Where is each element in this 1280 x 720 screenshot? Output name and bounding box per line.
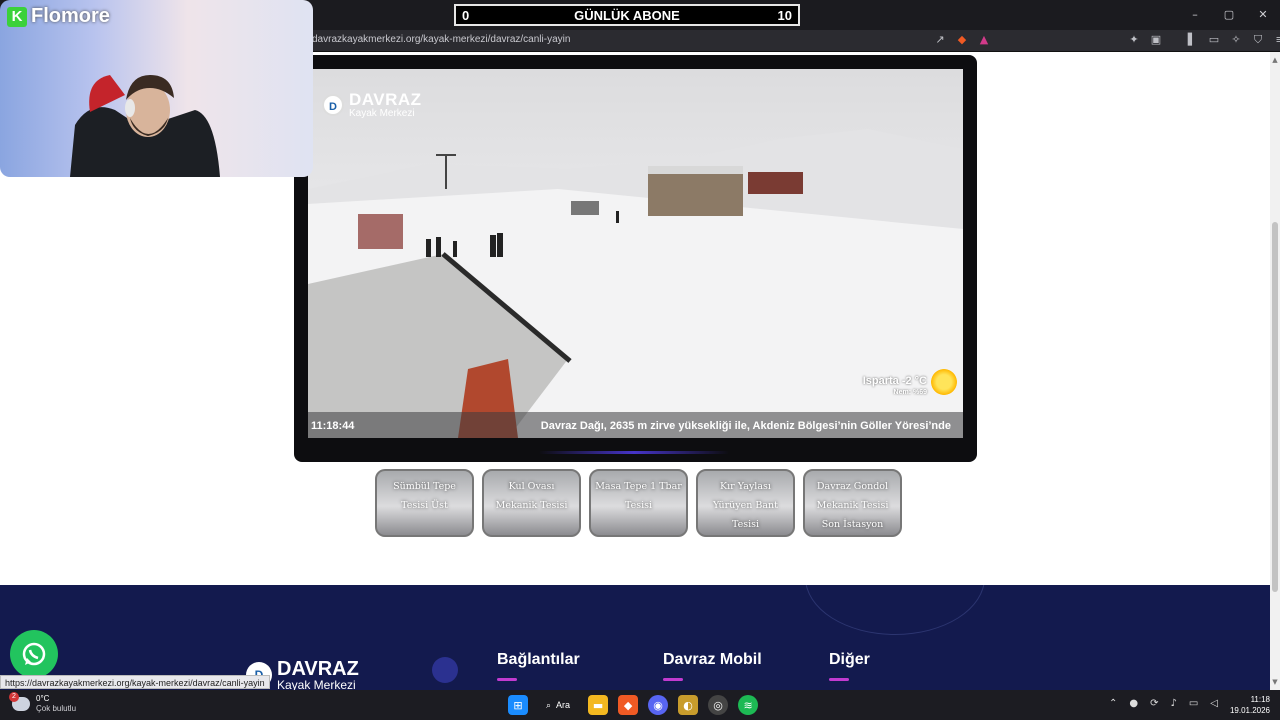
footer-heading-underline bbox=[829, 678, 849, 681]
sun-icon bbox=[931, 369, 957, 395]
stream-logo-title: DAVRAZ bbox=[349, 90, 422, 109]
whatsapp-icon bbox=[22, 642, 46, 666]
brave-shields-icon[interactable]: ◆ bbox=[955, 33, 969, 47]
url-text[interactable]: davrazkayakmerkezi.org/kayak-merkezi/dav… bbox=[312, 34, 570, 45]
system-tray: ⌃ ● ⟳ ♪ ▭ ◁ bbox=[1109, 698, 1218, 709]
extensions-icon[interactable]: ✦ bbox=[1127, 33, 1141, 47]
whatsapp-button[interactable] bbox=[10, 630, 58, 678]
camera-thumb-masa-tepe[interactable]: Masa Tepe 1 Tbar Tesisi bbox=[589, 469, 688, 537]
spotify-icon[interactable]: ≋ bbox=[738, 695, 759, 715]
weather-humidity: Nem: %69 bbox=[893, 389, 927, 396]
webcam-overlay: K Flomore bbox=[0, 0, 313, 177]
taskbar-search[interactable]: ⌕ Ara bbox=[538, 695, 578, 715]
footer-dot bbox=[432, 657, 458, 683]
camera-thumb-kir-yaylasi[interactable]: Kır Yaylası Yürüyen Bant Tesisi bbox=[696, 469, 795, 537]
taskbar-time: 11:18 bbox=[1250, 695, 1270, 704]
streamer-figure bbox=[70, 75, 220, 177]
tray-app-icon[interactable]: ● bbox=[1129, 698, 1138, 709]
subscriber-goal: 10 bbox=[777, 7, 792, 23]
close-button[interactable]: ✕ bbox=[1246, 0, 1280, 28]
cloud-icon: 2 bbox=[9, 692, 30, 711]
subscriber-label: GÜNLÜK ABONE bbox=[574, 7, 680, 23]
obs-icon[interactable]: ◎ bbox=[708, 695, 729, 715]
footer-logo-title: DAVRAZ bbox=[277, 658, 359, 680]
weather-overlay: Isparta -2 °C Nem: %69 bbox=[863, 375, 927, 396]
scroll-down-arrow-icon[interactable]: ▼ bbox=[1271, 678, 1279, 686]
scroll-thumb[interactable] bbox=[1272, 222, 1278, 592]
windows-start-icon[interactable]: ⊞ bbox=[508, 695, 528, 715]
davraz-logo-icon: D bbox=[322, 94, 344, 116]
windows-taskbar: 2 0°C Çok bulutlu ⊞ ⌕ Ara ▬ ◆ ◉ ◐ ◎ ≋ ⌃ … bbox=[0, 690, 1280, 720]
taskbar-clock[interactable]: 11:18 19.01.2026 bbox=[1230, 694, 1270, 716]
weather-temp: Isparta -2 °C bbox=[862, 375, 927, 387]
footer-decoration bbox=[805, 585, 985, 635]
camera-label: Davraz Gondol Mekanik Tesisi Son İstasyo… bbox=[816, 481, 889, 530]
camera-label: Kır Yaylası Yürüyen Bant Tesisi bbox=[713, 481, 778, 530]
camera-label: Sümbül Tepe Tesisi Üst bbox=[393, 481, 456, 511]
page-scrollbar[interactable]: ▲ ▼ bbox=[1270, 52, 1280, 690]
minimize-button[interactable]: – bbox=[1178, 0, 1212, 28]
subscriber-current: 0 bbox=[462, 7, 470, 23]
brave-rewards-icon[interactable]: ▲ bbox=[977, 33, 991, 47]
weather-badge: 2 bbox=[9, 692, 19, 702]
camera-thumb-gondol[interactable]: Davraz Gondol Mekanik Tesisi Son İstasyo… bbox=[803, 469, 902, 537]
footer-heading-mobile: Davraz Mobil bbox=[663, 651, 762, 668]
screen: 0 GÜNLÜK ABONE 10 – ▢ ✕ davrazkayakmerke… bbox=[0, 0, 1280, 720]
stream-progress-bar bbox=[539, 451, 729, 454]
taskbar-date: 19.01.2026 bbox=[1229, 706, 1270, 715]
footer-heading-underline bbox=[497, 678, 517, 681]
address-icons: ↗ ◆ ▲ bbox=[933, 33, 991, 47]
footer-heading-other: Diğer bbox=[829, 651, 870, 668]
streamer-brand: K Flomore bbox=[7, 5, 110, 28]
lodge-red bbox=[748, 172, 803, 194]
discord-icon[interactable]: ◉ bbox=[648, 695, 669, 715]
window-controls: – ▢ ✕ bbox=[1178, 0, 1280, 30]
search-icon: ⌕ bbox=[546, 699, 552, 710]
file-explorer-icon[interactable]: ▬ bbox=[588, 695, 609, 715]
sync-icon[interactable]: ⟳ bbox=[1150, 698, 1158, 709]
ski-lodge bbox=[648, 171, 743, 216]
app-icon[interactable]: ◐ bbox=[678, 695, 699, 715]
stream-logo: D DAVRAZ Kayak Merkezi bbox=[322, 91, 422, 119]
tab-icon[interactable]: ▣ bbox=[1149, 33, 1163, 47]
footer-heading-links: Bağlantılar bbox=[497, 651, 580, 668]
toolbar-icons: ✦ ▣ ▌ ▭ ✧ ⛉ ≡ bbox=[1127, 33, 1280, 47]
volume-icon[interactable]: ◁ bbox=[1210, 698, 1218, 709]
camera-label: Kul Ovası Mekanik Tesisi bbox=[495, 481, 568, 511]
stream-logo-subtitle: Kayak Merkezi bbox=[349, 108, 415, 119]
camera-thumb-sumbul[interactable]: Sümbül Tepe Tesisi Üst bbox=[375, 469, 474, 537]
stream-ticker: Davraz Dağı, 2635 m zirve yüksekliği ile… bbox=[540, 420, 951, 432]
camera-label: Masa Tepe 1 Tbar Tesisi bbox=[595, 481, 682, 511]
wallet-icon[interactable]: ▭ bbox=[1207, 33, 1221, 47]
taskbar-weather-desc: Çok bulutlu bbox=[36, 704, 77, 713]
leo-ai-icon[interactable]: ✧ bbox=[1229, 33, 1243, 47]
display-icon[interactable]: ▭ bbox=[1189, 698, 1198, 709]
microphone-icon[interactable]: ♪ bbox=[1170, 698, 1176, 709]
stream-info-bar: 11:18:44 Davraz Dağı, 2635 m zirve yükse… bbox=[308, 412, 963, 438]
sidebar-icon[interactable]: ▌ bbox=[1185, 33, 1199, 47]
taskbar-weather[interactable]: 2 0°C Çok bulutlu bbox=[9, 692, 77, 714]
link-status-url: https://davrazkayakmerkezi.org/kayak-mer… bbox=[0, 675, 270, 689]
menu-icon[interactable]: ≡ bbox=[1273, 33, 1280, 47]
vpn-icon[interactable]: ⛉ bbox=[1251, 33, 1265, 47]
footer-heading-underline bbox=[663, 678, 683, 681]
scroll-up-arrow-icon[interactable]: ▲ bbox=[1271, 56, 1279, 64]
maximize-button[interactable]: ▢ bbox=[1212, 0, 1246, 28]
kick-logo-icon: K bbox=[7, 6, 27, 27]
taskbar-apps: ⊞ ⌕ Ara ▬ ◆ ◉ ◐ ◎ ≋ bbox=[508, 695, 759, 715]
taskbar-weather-temp: 0°C bbox=[36, 694, 50, 703]
streamer-name: Flomore bbox=[31, 5, 110, 27]
camera-thumb-kul-ovasi[interactable]: Kul Ovası Mekanik Tesisi bbox=[482, 469, 581, 537]
tray-expand-icon[interactable]: ⌃ bbox=[1109, 698, 1117, 709]
live-stream-video[interactable]: D DAVRAZ Kayak Merkezi Isparta -2 °C Nem… bbox=[308, 69, 963, 438]
search-label: Ara bbox=[556, 700, 571, 710]
subscriber-counter-overlay: 0 GÜNLÜK ABONE 10 bbox=[454, 4, 800, 26]
camera-selector: Sümbül Tepe Tesisi Üst Kul Ovası Mekanik… bbox=[375, 469, 902, 537]
footer-logo-subtitle: Kayak Merkezi bbox=[277, 678, 356, 690]
stream-clock: 11:18:44 bbox=[311, 420, 355, 432]
brave-browser-icon[interactable]: ◆ bbox=[618, 695, 639, 715]
share-icon[interactable]: ↗ bbox=[933, 33, 947, 47]
